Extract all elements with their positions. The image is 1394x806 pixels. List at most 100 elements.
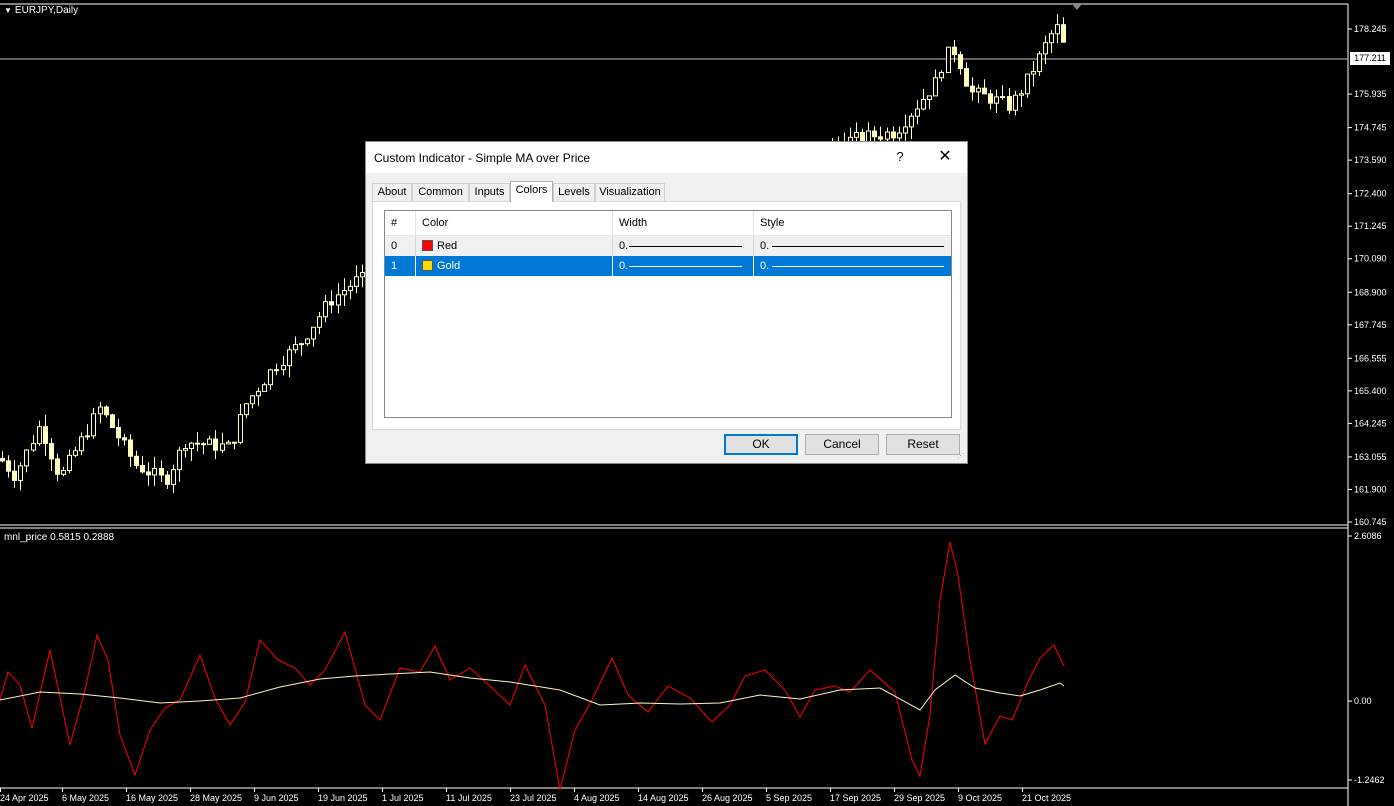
indicator-tick-label: -1.2462 [1354,775,1385,785]
style-cell[interactable]: 0. [754,256,951,276]
table-row-selected[interactable]: 1 Gold 0. 0. [385,256,951,276]
candle-body [140,464,145,473]
column-header-style[interactable]: Style [754,211,951,235]
price-tick-label: 165.400 [1354,386,1387,396]
price-tick-label: 161.900 [1354,484,1387,494]
candle-body [12,470,17,481]
candle-body [220,443,225,451]
date-tick-label: 28 May 2025 [190,793,242,803]
candle-body [37,426,42,445]
candle-body [1049,33,1054,44]
candle-body [897,132,902,139]
style-line-icon [772,246,944,247]
candle-body [1043,42,1048,55]
candle-body [1013,94,1018,111]
price-tick-label: 172.400 [1354,189,1387,199]
candle-body [274,369,279,372]
chart-title[interactable]: ▼ EURJPY,Daily [4,5,78,16]
candle-body [207,438,212,445]
style-value: 0. [760,260,770,272]
row-index: 0 [385,236,416,256]
date-tick-label: 4 Aug 2025 [574,793,620,803]
dialog-titlebar[interactable]: Custom Indicator - Simple MA over Price … [366,142,967,173]
candle-body [268,369,273,386]
date-axis: 24 Apr 2025 6 May 2025 16 May 2025 28 May 2… [0,788,1071,803]
red-swatch-icon [422,240,433,251]
candle-body [885,131,890,140]
candle-body [1025,73,1030,95]
price-tick-label: 168.900 [1354,287,1387,297]
width-cell[interactable]: 0. [613,256,754,276]
table-row[interactable]: 0 Red 0. 0. [385,236,951,256]
cancel-button[interactable]: Cancel [805,434,879,455]
dropdown-triangle-icon[interactable]: ▼ [4,6,12,15]
price-tick-label: 167.745 [1354,320,1387,330]
tab-common[interactable]: Common [412,183,469,201]
close-icon: ✕ [938,148,952,165]
candle-body [970,85,975,93]
date-tick-label: 26 Aug 2025 [702,793,753,803]
tab-colors[interactable]: Colors [510,181,553,202]
candle-body [305,338,310,345]
color-cell[interactable]: Red [416,236,613,256]
candle-body [171,469,176,485]
candle-body [317,316,322,328]
help-button[interactable]: ? [888,146,912,168]
width-line-icon [629,246,742,247]
candle-body [964,68,969,87]
candle-body [61,469,66,475]
column-header-index[interactable]: # [385,211,416,235]
candle-body [128,439,133,457]
candle-body [262,384,267,392]
candle-body [958,54,963,70]
candle-body [927,95,932,101]
candle-body [18,465,23,481]
candle-body [872,130,877,138]
candle-body [134,455,139,466]
tab-levels[interactable]: Levels [553,183,595,201]
current-price-tag: 177.211 [1350,52,1390,65]
column-header-color[interactable]: Color [416,211,613,235]
resize-grip-icon[interactable]: ⋰ [957,453,965,461]
colors-grid: # Color Width Style 0 Red 0. 0. 1 Gold 0… [384,210,952,418]
date-tick-label: 16 May 2025 [126,793,178,803]
candle-body [6,460,11,472]
price-tick-label: 178.245 [1354,24,1387,34]
candle-body [238,414,243,443]
close-button[interactable]: ✕ [932,146,958,168]
candle-body [73,450,78,456]
candle-body [360,272,365,278]
width-cell[interactable]: 0. [613,236,754,256]
candle-body [24,449,29,467]
candle-body [988,93,993,104]
candle-body [1055,24,1060,35]
indicator-gold-line [0,671,1065,711]
candle-body [891,131,896,139]
candle-body [1061,24,1066,43]
price-tick-label: 175.935 [1354,89,1387,99]
tab-visualization[interactable]: Visualization [595,183,665,201]
column-header-width[interactable]: Width [613,211,754,235]
date-tick-label: 6 May 2025 [62,793,109,803]
style-cell[interactable]: 0. [754,236,951,256]
candle-body [354,276,359,287]
candle-body [921,99,926,110]
candle-body [232,441,237,444]
candle-body [152,467,157,476]
indicator-label: mnl_price 0.5815 0.2888 [4,532,115,543]
candle-body [994,96,999,104]
candle-body [110,414,115,428]
color-name: Red [437,240,458,252]
width-value: 0. [619,240,629,252]
color-cell[interactable]: Gold [416,256,613,276]
tab-inputs[interactable]: Inputs [469,183,510,201]
candle-body [43,426,48,445]
candle-body [122,437,127,441]
ok-button[interactable]: OK [724,434,798,455]
tab-about[interactable]: About [372,183,412,201]
grid-header: # Color Width Style [385,211,951,236]
indicator-axis: 2.6086 0.00 -1.2462 [1348,531,1385,785]
reset-button[interactable]: Reset [886,434,960,455]
color-name: Gold [437,260,461,272]
price-tick-label: 164.245 [1354,418,1387,428]
